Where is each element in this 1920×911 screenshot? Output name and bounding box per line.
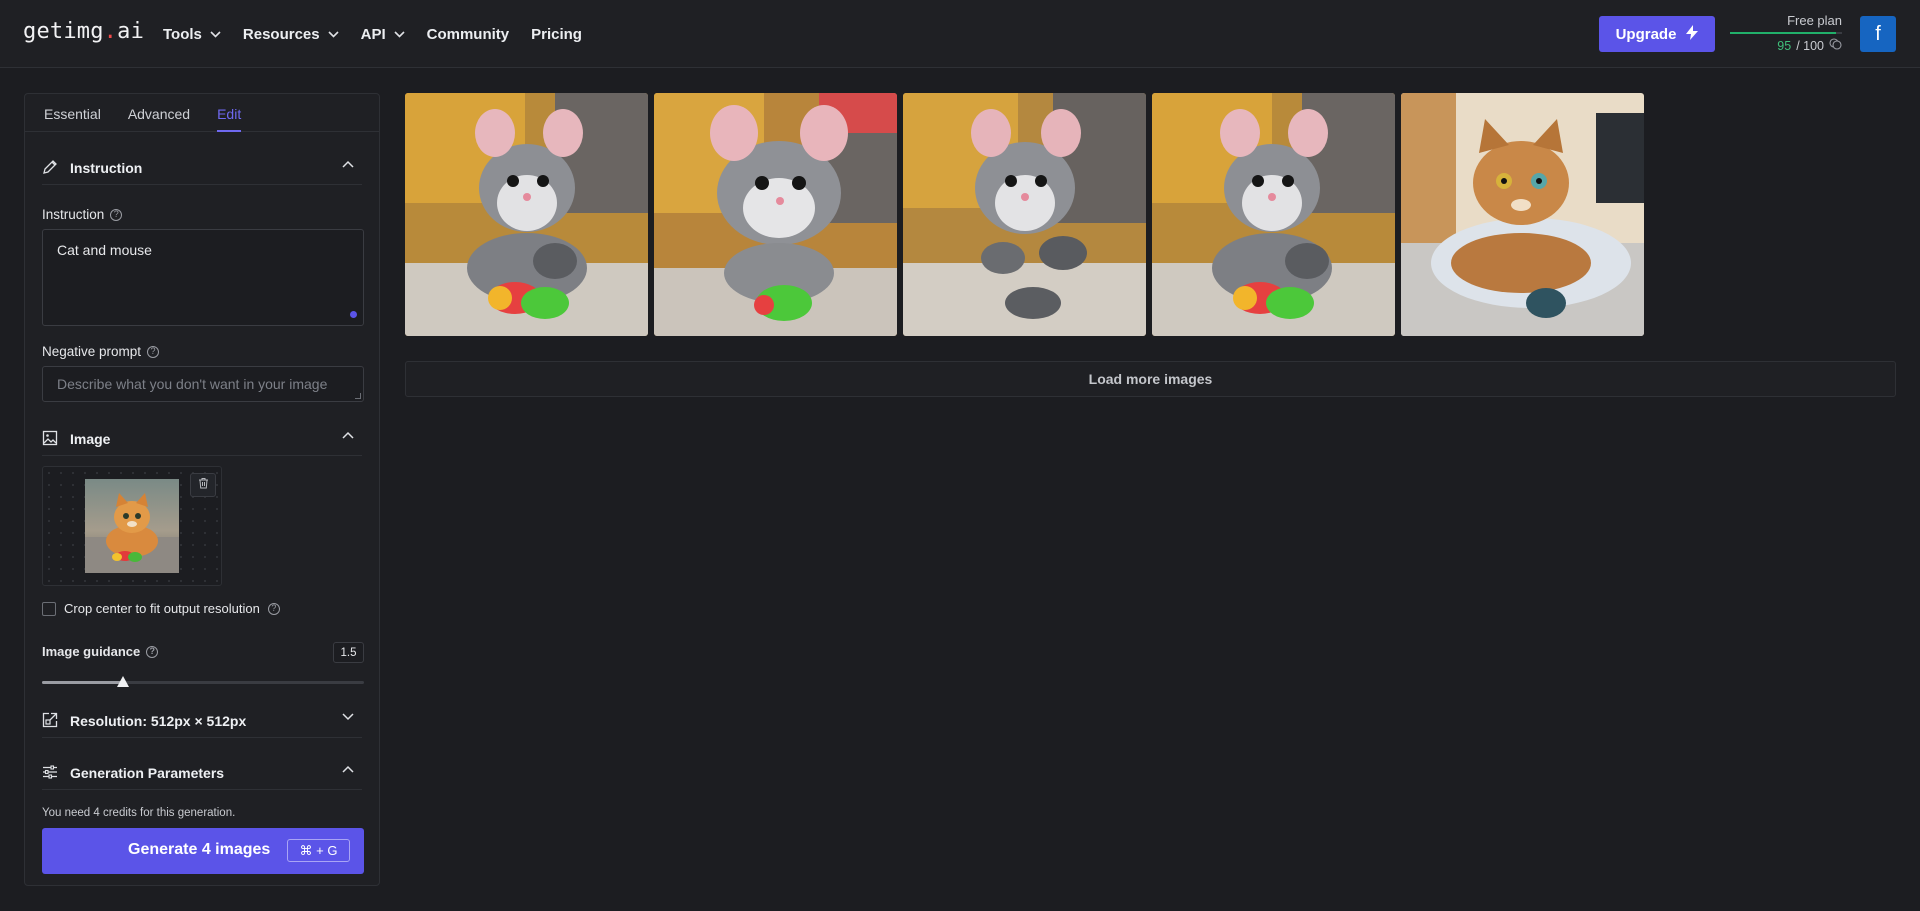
negative-prompt-label-text: Negative prompt: [42, 344, 142, 359]
gallery-image-1[interactable]: [405, 93, 648, 336]
negative-prompt-placeholder: Describe what you don't want in your ima…: [57, 376, 328, 392]
nav-api[interactable]: API: [361, 26, 405, 43]
chevron-down-icon: [394, 30, 405, 38]
credits-total: / 100: [1796, 38, 1824, 53]
image-guidance-label: Image guidance ?: [42, 644, 159, 659]
settings-panel: Essential Advanced Edit Instruction Inst…: [24, 93, 380, 886]
avatar[interactable]: f: [1860, 16, 1896, 52]
tab-edit[interactable]: Edit: [217, 94, 242, 132]
resolution-section-header[interactable]: Resolution: 512px × 512px: [42, 704, 362, 738]
resolution-section-title: Resolution: 512px × 512px: [70, 712, 247, 729]
nav-resources[interactable]: Resources: [243, 26, 339, 43]
nav-community[interactable]: Community: [427, 26, 510, 43]
sliders-icon: [42, 764, 59, 781]
chevron-down-icon: [328, 30, 339, 38]
gallery-image-4[interactable]: [1152, 93, 1395, 336]
negative-prompt-label: Negative prompt ?: [42, 344, 160, 359]
resize-handle[interactable]: [355, 393, 361, 399]
nav-pricing-label: Pricing: [531, 25, 582, 43]
plan-status: Free plan 95 / 100: [1730, 12, 1842, 56]
help-icon[interactable]: ?: [110, 208, 123, 221]
source-image-dropzone[interactable]: [42, 466, 222, 586]
help-icon[interactable]: ?: [267, 602, 280, 615]
delete-image-button[interactable]: [190, 473, 216, 497]
generate-button[interactable]: Generate 4 images ⌘ + G: [42, 828, 364, 874]
plan-label: Free plan: [1787, 13, 1842, 28]
upgrade-button[interactable]: Upgrade: [1599, 16, 1715, 52]
keyboard-shortcut-badge: ⌘ + G: [287, 839, 350, 862]
coins-icon: [1829, 38, 1842, 53]
nav-community-label: Community: [426, 25, 510, 43]
logo[interactable]: getimg.ai: [23, 19, 144, 44]
instruction-section-header[interactable]: Instruction: [42, 151, 362, 185]
chevron-down-icon: [342, 712, 358, 729]
resize-icon: [42, 712, 59, 729]
instruction-value: Cat and mouse: [57, 242, 152, 258]
load-more-button[interactable]: Load more images: [405, 361, 1896, 397]
generation-params-section-header[interactable]: Generation Parameters: [42, 756, 362, 790]
tab-advanced[interactable]: Advanced: [128, 94, 190, 132]
instruction-label: Instruction ?: [42, 207, 123, 222]
generate-label: Generate 4 images: [128, 841, 271, 858]
trash-icon: [198, 476, 209, 494]
gallery-image-5[interactable]: [1401, 93, 1644, 336]
source-image-thumbnail: [85, 479, 179, 573]
top-bar: getimg.ai Tools Resources API Community …: [0, 0, 1920, 68]
image-guidance-slider[interactable]: [42, 676, 364, 688]
nav-api-label: API: [360, 25, 386, 43]
tab-essential[interactable]: Essential: [44, 94, 101, 132]
chevron-down-icon: [210, 30, 221, 38]
help-icon[interactable]: ?: [146, 645, 159, 658]
main-nav: Tools Resources API Community Pricing: [163, 0, 604, 68]
help-icon[interactable]: ?: [147, 345, 160, 358]
nav-resources-label: Resources: [242, 25, 320, 43]
image-guidance-row: Image guidance ? 1.5: [42, 642, 364, 664]
nav-pricing[interactable]: Pricing: [531, 26, 582, 43]
lightning-icon: [1686, 24, 1699, 44]
credits-bar: [1730, 32, 1842, 34]
credits-bar-fill: [1730, 32, 1837, 34]
pencil-icon: [42, 159, 59, 176]
nav-tools[interactable]: Tools: [163, 26, 221, 43]
upgrade-label: Upgrade: [1615, 25, 1677, 43]
instruction-label-text: Instruction: [42, 207, 105, 222]
generation-params-section-title: Generation Parameters: [70, 764, 225, 781]
panel-tabs: Essential Advanced Edit: [25, 94, 379, 132]
image-guidance-label-text: Image guidance: [42, 644, 141, 659]
slider-fill: [42, 681, 123, 684]
instruction-input[interactable]: Cat and mouse: [42, 229, 364, 326]
credits-used: 95: [1777, 38, 1792, 53]
nav-tools-label: Tools: [163, 25, 202, 43]
image-section-title: Image: [70, 430, 111, 447]
gallery-image-2[interactable]: [654, 93, 897, 336]
input-indicator-dot: [350, 311, 357, 318]
chevron-up-icon: [342, 431, 358, 447]
slider-thumb[interactable]: [116, 676, 129, 687]
credits-required-note: You need 4 credits for this generation.: [42, 807, 236, 819]
chevron-up-icon: [342, 160, 358, 176]
crop-center-checkbox[interactable]: [42, 601, 56, 616]
chevron-up-icon: [342, 765, 358, 781]
negative-prompt-input[interactable]: Describe what you don't want in your ima…: [42, 366, 364, 402]
image-icon: [42, 430, 59, 447]
image-section-header[interactable]: Image: [42, 422, 362, 456]
gallery-image-3[interactable]: [903, 93, 1146, 336]
load-more-label: Load more images: [1088, 371, 1213, 387]
instruction-section-title: Instruction: [70, 159, 143, 176]
image-gallery: [405, 93, 1644, 336]
crop-center-option[interactable]: Crop center to fit output resolution ?: [42, 601, 280, 616]
image-guidance-value[interactable]: 1.5: [333, 642, 364, 663]
credits-count: 95 / 100: [1777, 38, 1842, 53]
crop-center-label: Crop center to fit output resolution: [64, 601, 260, 616]
